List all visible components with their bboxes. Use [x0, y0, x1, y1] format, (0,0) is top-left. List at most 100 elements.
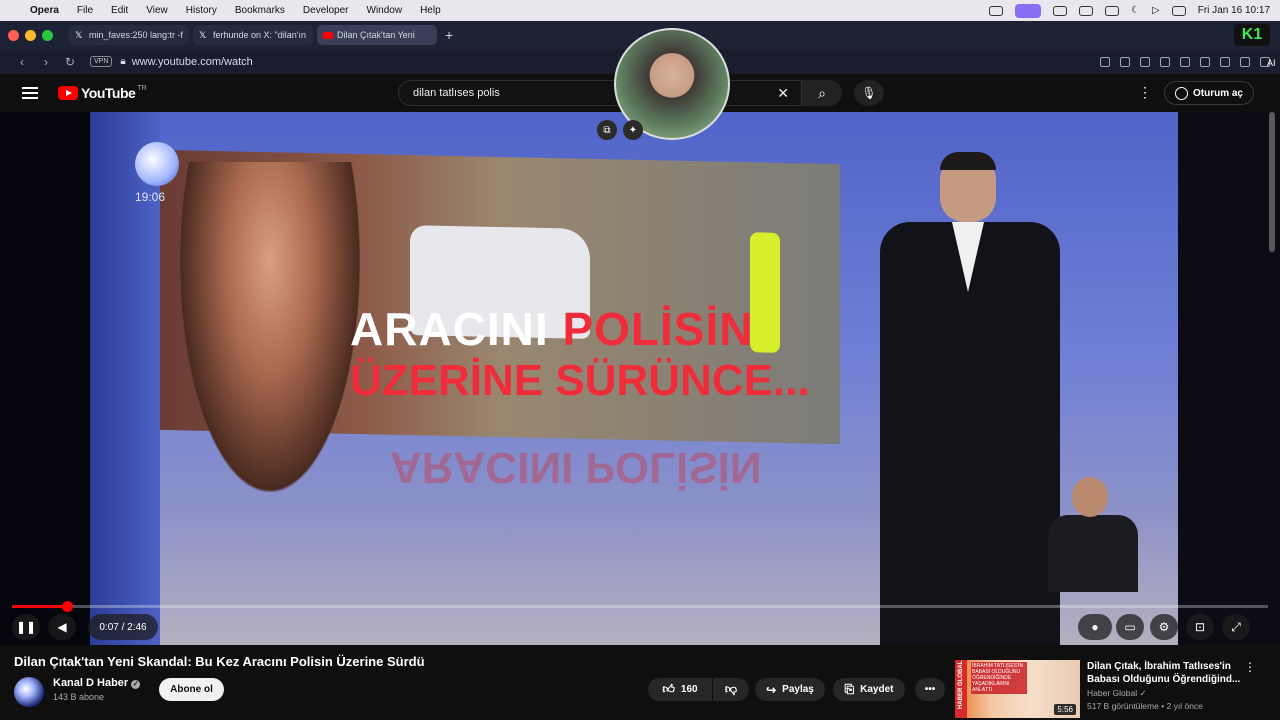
- like-button[interactable]: 👍︎ 160: [648, 678, 712, 701]
- cube-icon[interactable]: [1240, 56, 1250, 67]
- tab-label: min_faves:250 lang:tr -f: [88, 30, 183, 40]
- zoom-window-icon[interactable]: [42, 29, 53, 41]
- control-center-icon[interactable]: [1171, 5, 1186, 16]
- autoplay-toggle[interactable]: ●: [1078, 614, 1112, 640]
- sign-in-label: Oturum aç: [1192, 87, 1243, 99]
- volume-icon: ◀︎: [57, 620, 67, 634]
- menu-file[interactable]: File: [77, 5, 93, 16]
- extension-icon[interactable]: [1160, 56, 1170, 67]
- video-frame[interactable]: ARACINI POLİSİN ÜZERİNE SÜRÜNCE... ARACI…: [90, 112, 1178, 645]
- youtube-logo[interactable]: YouTube TR: [58, 85, 147, 101]
- menu-view[interactable]: View: [146, 5, 168, 16]
- search-input[interactable]: dilan tatlıses polis ✕: [398, 80, 802, 106]
- fullscreen-icon: ⤢: [1231, 619, 1241, 634]
- miniplayer-button[interactable]: ⊡: [1186, 614, 1214, 640]
- tab-youtube-video[interactable]: Dilan Çıtak'tan Yeni: [317, 25, 437, 45]
- search-icon: ⌕: [818, 84, 826, 101]
- x-icon: 𝕏: [199, 29, 207, 40]
- volume-button[interactable]: ◀︎: [48, 614, 76, 640]
- menu-icon[interactable]: [22, 87, 38, 99]
- dislike-button[interactable]: 👎︎: [713, 678, 749, 701]
- search-button[interactable]: ⌕: [802, 80, 842, 106]
- menu-bookmarks[interactable]: Bookmarks: [235, 5, 285, 16]
- battery-icon[interactable]: [1105, 5, 1120, 16]
- sign-in-button[interactable]: Oturum aç: [1164, 81, 1254, 105]
- player-letterbox: [1178, 112, 1280, 645]
- microphone-icon: 🎙︎: [861, 86, 877, 100]
- menu-history[interactable]: History: [186, 5, 217, 16]
- close-window-icon[interactable]: [8, 29, 19, 41]
- recommendation-title[interactable]: Dilan Çıtak, İbrahim Tatlıses'in Babası …: [1087, 660, 1247, 686]
- recommendation-menu-icon[interactable]: ⋮: [1244, 660, 1256, 674]
- account-circle-icon: [1174, 86, 1188, 100]
- tab-x-post[interactable]: 𝕏ferhunde on X: "dilan'ın: [193, 25, 313, 45]
- forward-icon[interactable]: ›: [34, 55, 58, 69]
- subtitles-button[interactable]: ▭: [1116, 614, 1144, 640]
- menu-app-name[interactable]: Opera: [30, 5, 59, 16]
- verified-check-icon: ✓: [131, 680, 141, 689]
- clock[interactable]: Fri Jan 16 10:17: [1198, 5, 1270, 16]
- settings-kebab-icon[interactable]: ⋮: [1138, 84, 1152, 101]
- pip-icon[interactable]: ⧉: [597, 120, 617, 140]
- save-button[interactable]: ⎘ Kaydet: [833, 678, 905, 701]
- account-icon[interactable]: [1220, 56, 1230, 67]
- edit-icon[interactable]: [1100, 56, 1110, 67]
- youtube-wordmark: YouTube: [81, 85, 136, 101]
- sparkle-icon[interactable]: ✦: [623, 120, 643, 140]
- send-icon[interactable]: [1180, 56, 1190, 67]
- new-tab-icon[interactable]: +: [445, 25, 453, 45]
- page-scrollbar[interactable]: [1269, 112, 1275, 252]
- more-actions-button[interactable]: •••: [915, 678, 945, 701]
- youtube-play-icon: [58, 86, 78, 100]
- recommendation-thumbnail[interactable]: HABER GLOBAL İBRAHİM TATLISES'İN BABASI …: [955, 660, 1080, 718]
- share-button[interactable]: ↪ Paylaş: [755, 678, 825, 701]
- camera-icon[interactable]: [1120, 56, 1130, 67]
- thumb-side-text: HABER GLOBAL: [958, 660, 964, 709]
- menu-edit[interactable]: Edit: [111, 5, 128, 16]
- menu-developer[interactable]: Developer: [303, 5, 349, 16]
- country-code: TR: [137, 84, 147, 92]
- pause-button[interactable]: ❚❚: [12, 614, 40, 640]
- progress-fill: [12, 605, 68, 608]
- minimize-window-icon[interactable]: [25, 29, 36, 41]
- channel-avatar[interactable]: [14, 677, 44, 707]
- kanal-d-logo-icon: [135, 142, 179, 186]
- url-field[interactable]: www.youtube.com/watch: [132, 56, 253, 68]
- voice-search-button[interactable]: 🎙︎: [854, 80, 884, 106]
- address-actions: AI: [1100, 56, 1276, 68]
- youtube-icon: [323, 31, 333, 39]
- headline-white: ARACINI: [350, 303, 549, 355]
- status-icon-1[interactable]: [989, 5, 1004, 16]
- recommendation-channel[interactable]: Haber Global ✓: [1087, 688, 1147, 699]
- channel-name-row[interactable]: Kanal D Haber ✓: [53, 677, 141, 689]
- subscribe-button[interactable]: Abone ol: [159, 678, 224, 701]
- menu-help[interactable]: Help: [420, 5, 441, 16]
- k1-logo-icon: K1: [1234, 24, 1270, 46]
- broadcast-time: 19:06: [135, 190, 166, 204]
- play-circle-icon[interactable]: ▷: [1152, 5, 1160, 16]
- back-icon[interactable]: ‹: [10, 55, 34, 69]
- screen-record-icon[interactable]: [1015, 3, 1042, 18]
- moon-icon[interactable]: ☾: [1131, 5, 1140, 16]
- settings-button[interactable]: ⚙: [1150, 614, 1178, 640]
- heart-icon[interactable]: [1200, 56, 1210, 67]
- shield-icon[interactable]: [1140, 56, 1150, 67]
- fullscreen-button[interactable]: ⤢: [1222, 614, 1250, 640]
- vpn-badge[interactable]: VPN: [90, 56, 113, 67]
- status-icon-2[interactable]: [1053, 5, 1068, 16]
- video-player[interactable]: ARACINI POLİSİN ÜZERİNE SÜRÜNCE... ARACI…: [0, 112, 1280, 645]
- recommendation-meta: 517 B görüntüleme • 2 yıl önce: [1087, 701, 1203, 711]
- recommendation-channel-name: Haber Global: [1087, 688, 1138, 698]
- channel-name: Kanal D Haber: [53, 677, 129, 689]
- tab-x-search[interactable]: 𝕏min_faves:250 lang:tr -f: [69, 25, 189, 45]
- status-icon-3[interactable]: [1079, 5, 1094, 16]
- clear-search-icon[interactable]: ✕: [777, 85, 789, 102]
- thumbs-down-icon: 👎︎: [724, 682, 738, 696]
- player-controls: ❚❚ ◀︎ 0:07 / 2:46 ● ▭ ⚙ ⊡ ⤢: [0, 613, 1280, 641]
- reload-icon[interactable]: ↻: [58, 55, 82, 69]
- menu-window[interactable]: Window: [367, 5, 403, 16]
- ai-button[interactable]: AI: [1260, 56, 1276, 68]
- progress-bar[interactable]: [12, 601, 1268, 612]
- subscriber-count: 143 B abone: [53, 692, 105, 702]
- headline-graphic: ARACINI POLİSİN ÜZERİNE SÜRÜNCE...: [350, 302, 830, 406]
